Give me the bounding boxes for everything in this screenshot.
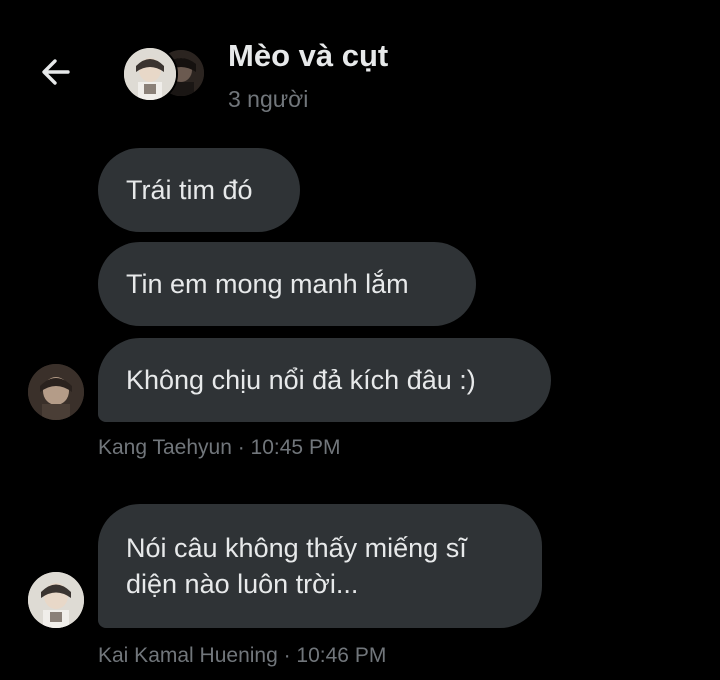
participant-count: 3 người — [228, 86, 309, 112]
group-avatars[interactable] — [122, 46, 206, 102]
message-text: Nói câu không thấy miếng sĩ diện nào luô… — [126, 533, 467, 599]
message-bubble[interactable]: Tin em mong manh lắm — [98, 242, 476, 326]
sender-avatar[interactable] — [28, 364, 84, 420]
sender-avatar[interactable] — [28, 572, 84, 628]
message-meta: Kai Kamal Huening · 10:46 PM — [98, 644, 387, 667]
message-bubble[interactable]: Nói câu không thấy miếng sĩ diện nào luô… — [98, 504, 542, 628]
message-meta: Kang Taehyun · 10:45 PM — [98, 436, 341, 459]
back-button[interactable] — [36, 52, 76, 92]
message-text: Trái tim đó — [126, 174, 253, 205]
message-bubble[interactable]: Trái tim đó — [98, 148, 300, 232]
conversation-title: Mèo và cụt — [228, 38, 389, 73]
message-bubble[interactable]: Không chịu nổi đả kích đâu :) — [98, 338, 551, 422]
message-text: Không chịu nổi đả kích đâu :) — [126, 364, 476, 395]
message-text: Tin em mong manh lắm — [126, 268, 409, 299]
avatar — [122, 46, 178, 102]
arrow-left-icon — [42, 59, 70, 85]
